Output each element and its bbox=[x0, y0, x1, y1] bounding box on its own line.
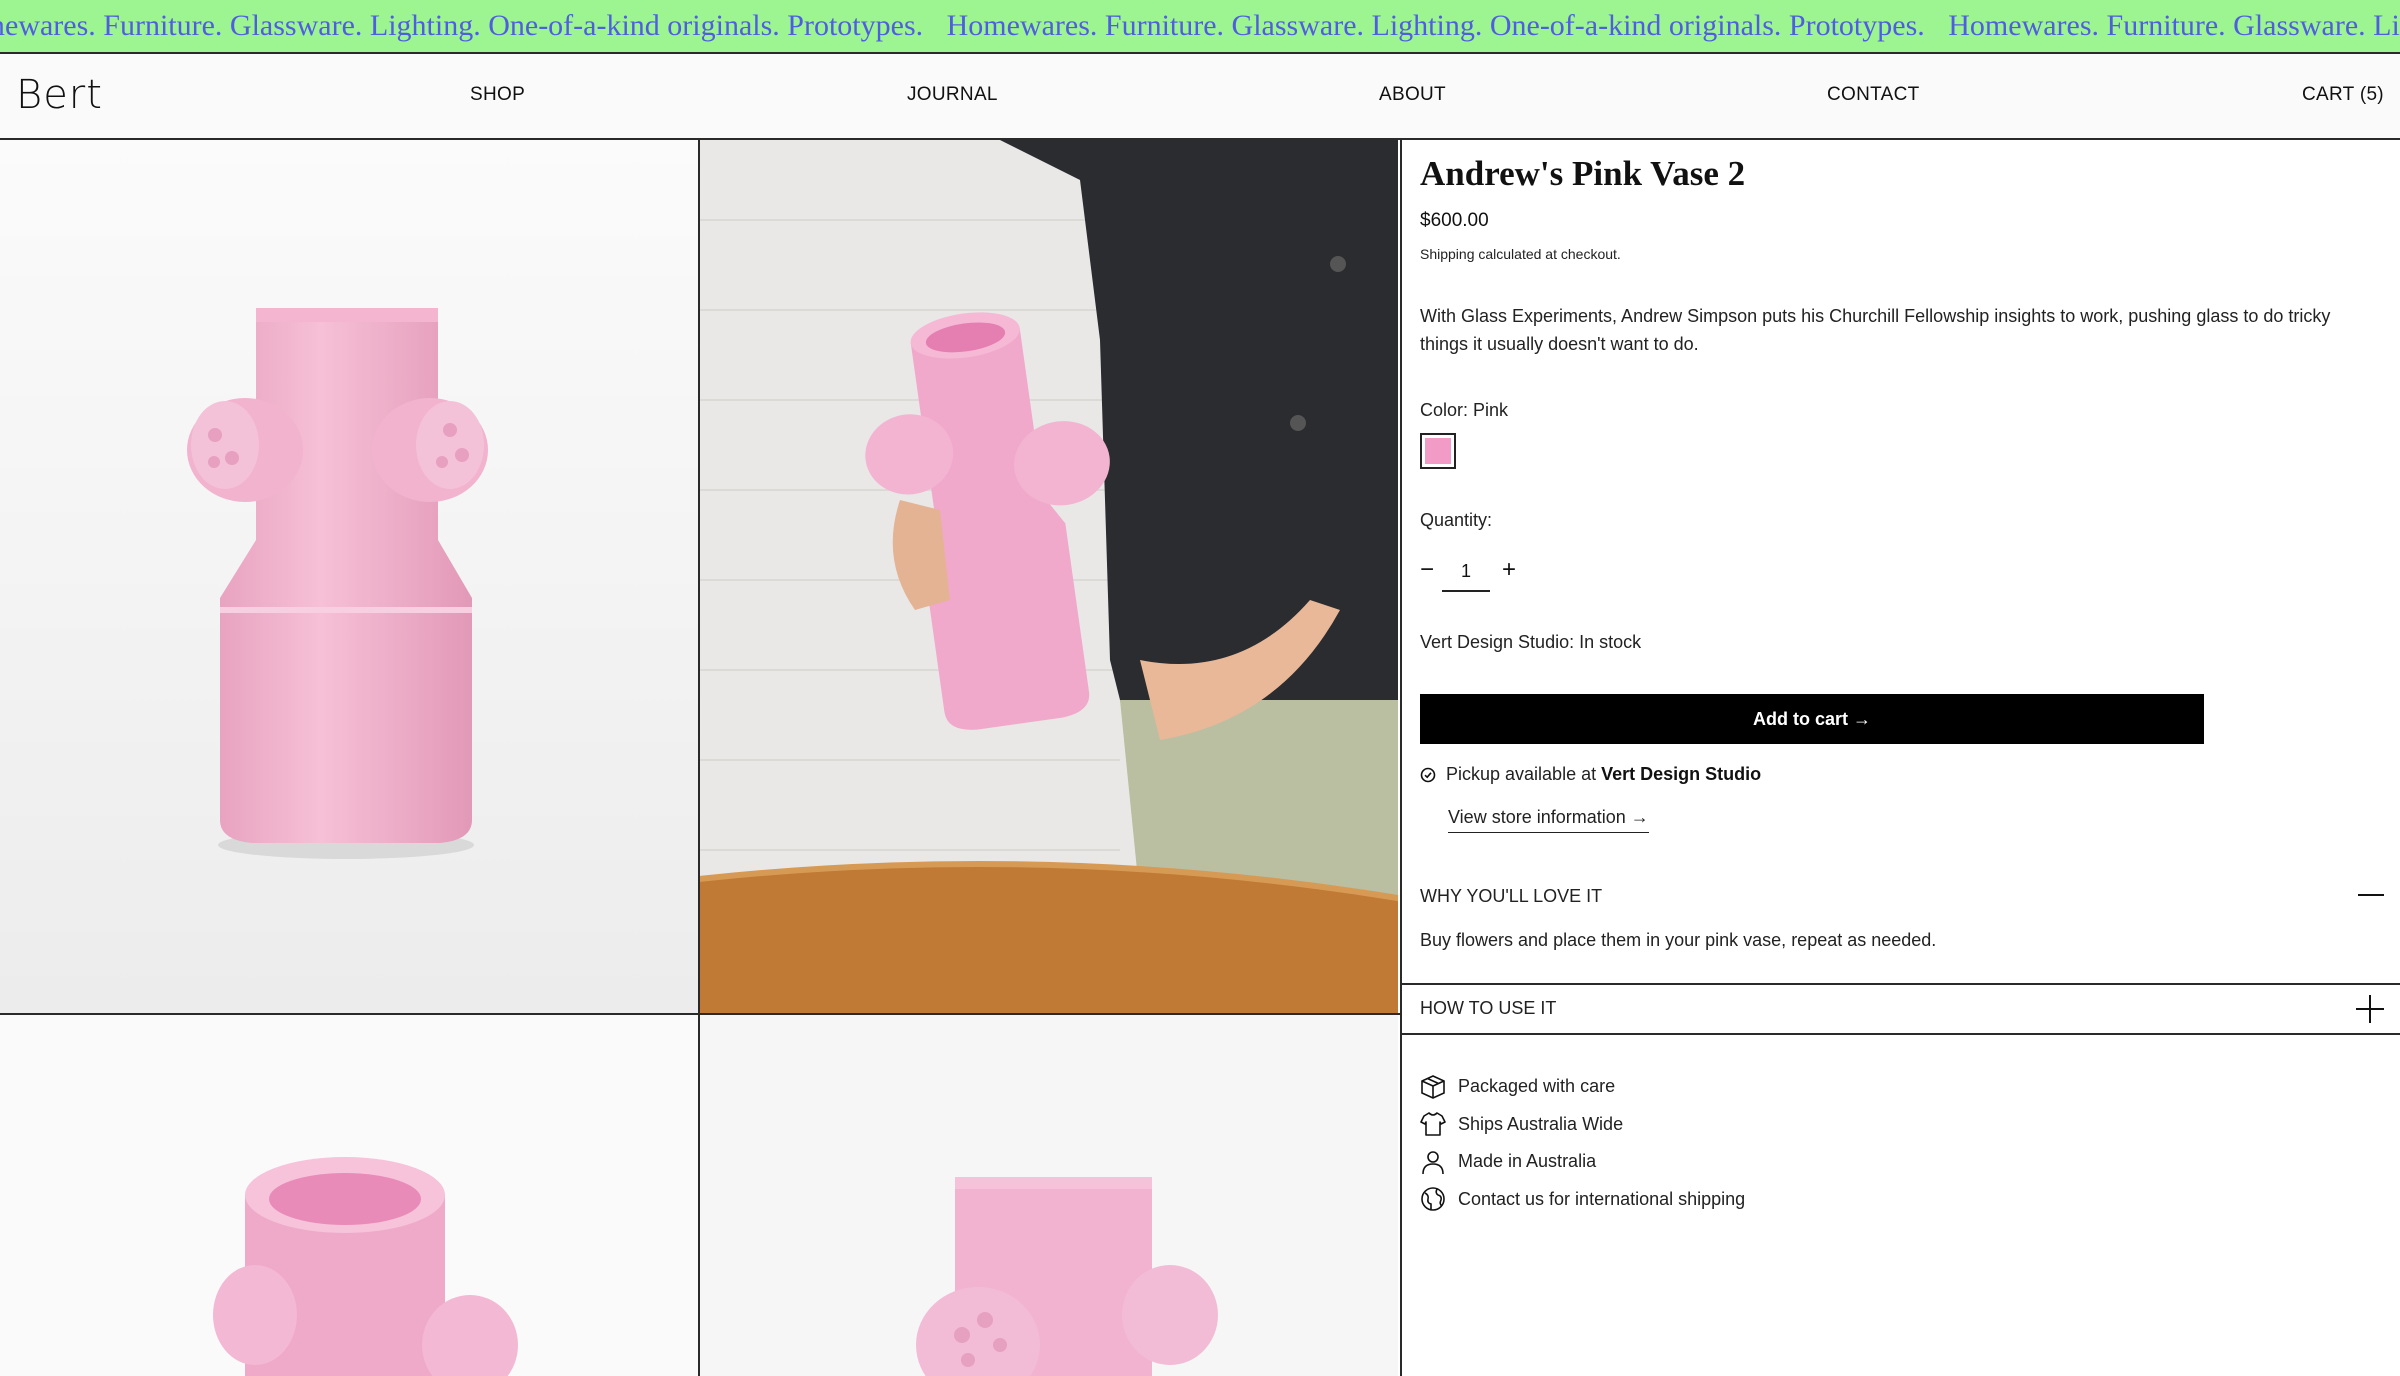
pink-vase-top-icon bbox=[213, 1157, 518, 1376]
feature-item: Made in Australia bbox=[1420, 1143, 1745, 1181]
feature-label: Ships Australia Wide bbox=[1458, 1113, 1624, 1134]
divider bbox=[1402, 1033, 2400, 1035]
shirt-icon bbox=[1420, 1112, 1446, 1137]
quantity-stepper: − + bbox=[1420, 552, 1540, 592]
swatch-fill bbox=[1425, 438, 1451, 464]
collapse-icon[interactable] bbox=[2358, 882, 2384, 913]
product-description: With Glass Experiments, Andrew Simpson p… bbox=[1420, 306, 2331, 354]
feature-list: Packaged with care Ships Australia Wide … bbox=[1420, 1068, 1745, 1218]
nav-journal[interactable]: JOURNAL bbox=[907, 84, 998, 106]
marquee-text: Homewares. Furniture. Glassware. Lightin… bbox=[0, 9, 924, 42]
feature-label: Packaged with care bbox=[1458, 1076, 1616, 1097]
gallery-image-4[interactable] bbox=[700, 1015, 1398, 1376]
accordion-title: WHY YOU'LL LOVE IT bbox=[1420, 886, 1603, 906]
site-logo[interactable]: Bert bbox=[16, 72, 103, 118]
accordion-why-love-it[interactable]: WHY YOU'LL LOVE IT bbox=[1420, 886, 2384, 926]
gallery-image-1[interactable] bbox=[0, 140, 698, 1013]
feature-label: Contact us for international shipping bbox=[1458, 1188, 1746, 1209]
color-swatch-pink[interactable] bbox=[1420, 433, 1456, 469]
accordion-body: Buy flowers and place them in your pink … bbox=[1420, 930, 1937, 950]
pink-vase-front-icon bbox=[187, 308, 488, 859]
nav-shop[interactable]: SHOP bbox=[470, 84, 525, 106]
color-label: Color: Pink bbox=[1420, 400, 1509, 420]
check-circle-icon bbox=[1420, 767, 1436, 782]
product-details-panel: Andrew's Pink Vase 2 $600.00 Shipping ca… bbox=[1400, 140, 2400, 1376]
view-store-information-link[interactable]: View store information → bbox=[1448, 807, 1649, 833]
quantity-increase-button[interactable]: + bbox=[1502, 556, 1516, 584]
nav-contact[interactable]: CONTACT bbox=[1827, 84, 1920, 106]
marquee-text: Homewares. Furniture. Glassware. Lightin… bbox=[1948, 9, 2400, 42]
pickup-store: Vert Design Studio bbox=[1601, 764, 1762, 784]
pink-vase-held-icon bbox=[700, 140, 1398, 1013]
accordion-how-to-use-it[interactable]: HOW TO USE IT bbox=[1402, 985, 2400, 1035]
site-header: Bert SHOP JOURNAL ABOUT CONTACT CART (5) bbox=[0, 54, 2400, 140]
product-title: Andrew's Pink Vase 2 bbox=[1420, 154, 1746, 193]
stock-status: Vert Design Studio: In stock bbox=[1420, 632, 1642, 652]
pickup-prefix: Pickup available at bbox=[1446, 764, 1602, 784]
add-to-cart-button[interactable]: Add to cart → bbox=[1420, 694, 2204, 744]
quantity-input[interactable] bbox=[1442, 552, 1490, 592]
feature-item: Packaged with care bbox=[1420, 1068, 1745, 1106]
marquee-text: Homewares. Furniture. Glassware. Lightin… bbox=[946, 9, 1925, 42]
product-gallery bbox=[0, 140, 1400, 1376]
product-price: $600.00 bbox=[1420, 210, 1489, 231]
pickup-text: Pickup available at Vert Design Studio bbox=[1446, 764, 1761, 785]
box-icon bbox=[1421, 1074, 1445, 1099]
accordion-title: HOW TO USE IT bbox=[1420, 998, 1557, 1018]
shipping-note: Shipping calculated at checkout. bbox=[1420, 246, 1621, 262]
gallery-image-3[interactable] bbox=[0, 1015, 698, 1376]
plus-icon[interactable] bbox=[2356, 995, 2384, 1028]
shipping-link[interactable]: Shipping calculated at checkout. bbox=[1420, 246, 1621, 262]
feature-label: Made in Australia bbox=[1458, 1151, 1597, 1172]
feature-item: Ships Australia Wide bbox=[1420, 1106, 1745, 1144]
quantity-decrease-button[interactable]: − bbox=[1420, 556, 1434, 584]
marquee-track: Homewares. Furniture. Glassware. Lightin… bbox=[0, 0, 2400, 52]
globe-icon bbox=[1421, 1187, 1445, 1212]
person-icon bbox=[1422, 1150, 1444, 1174]
gallery-divider bbox=[0, 1013, 1400, 1015]
pink-vase-side-icon bbox=[916, 1177, 1218, 1376]
gallery-image-2[interactable] bbox=[700, 140, 1398, 1013]
nav-cart[interactable]: CART (5) bbox=[2302, 84, 2384, 106]
pickup-availability: Pickup available at Vert Design Studio bbox=[1420, 764, 1761, 785]
nav-about[interactable]: ABOUT bbox=[1379, 84, 1446, 106]
feature-item: Contact us for international shipping bbox=[1420, 1181, 1745, 1219]
announcement-marquee: Homewares. Furniture. Glassware. Lightin… bbox=[0, 0, 2400, 54]
gallery-divider bbox=[698, 140, 700, 1376]
quantity-label: Quantity: bbox=[1420, 510, 1493, 530]
